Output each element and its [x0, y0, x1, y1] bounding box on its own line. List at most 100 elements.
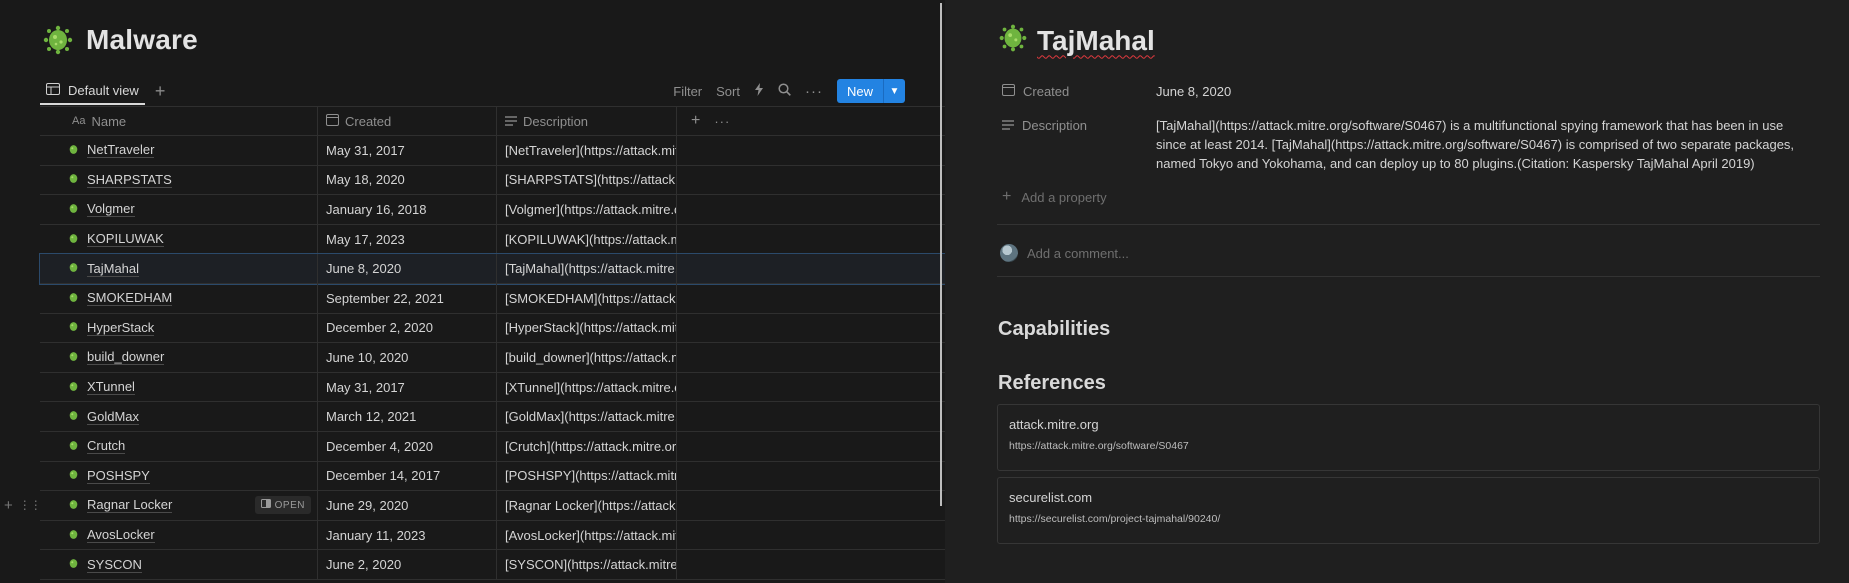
table-row[interactable]: Crutch December 4, 2020 [Crutch](https://a… [40, 431, 945, 462]
description-cell[interactable]: [HyperStack](https://attack.mitre [497, 313, 677, 343]
row-name[interactable]: Volgmer [87, 201, 135, 218]
row-name[interactable]: TajMahal [87, 261, 140, 277]
created-cell[interactable]: December 4, 2020 [318, 431, 497, 461]
chevron-down-icon[interactable]: ▼ [883, 79, 905, 103]
property-label[interactable]: Created [1002, 82, 1156, 100]
search-icon[interactable] [778, 83, 791, 99]
table-row[interactable]: GoldMax March 12, 2021 [GoldMax](https://a… [40, 402, 945, 432]
created-cell[interactable]: January 16, 2018 [318, 195, 497, 224]
more-options-icon[interactable]: ··· [714, 114, 730, 129]
created-cell[interactable]: December 2, 2020 [318, 313, 497, 343]
automation-bolt-icon[interactable] [754, 83, 764, 99]
description-cell[interactable]: [build_downer](https://attack.mitre [497, 343, 677, 372]
property-label[interactable]: Description [1002, 116, 1156, 134]
row-name[interactable]: POSHSPY [87, 468, 150, 484]
row-name[interactable]: HyperStack [87, 320, 155, 336]
name-cell[interactable]: AvosLocker [40, 520, 318, 550]
database-title[interactable]: Malware [86, 24, 198, 56]
column-header-created[interactable]: Created [318, 107, 497, 135]
bookmark-card[interactable]: attack.mitre.org https://attack.mitre.or… [997, 404, 1820, 471]
created-cell[interactable]: June 8, 2020 [318, 254, 497, 283]
name-cell[interactable]: SYSCON [40, 550, 318, 579]
row-name[interactable]: KOPILUWAK [87, 231, 164, 248]
description-cell[interactable]: [Crutch](https://attack.mitre.org [497, 431, 677, 461]
created-cell[interactable]: December 14, 2017 [318, 461, 497, 491]
virus-icon[interactable] [40, 22, 76, 58]
more-options-icon[interactable]: ··· [805, 83, 823, 100]
table-row[interactable]: POSHSPY December 14, 2017 [POSHSPY](https:… [40, 461, 945, 492]
comment-input[interactable]: Add a comment... [1000, 244, 1129, 262]
created-cell[interactable]: May 17, 2023 [318, 224, 497, 254]
table-row[interactable]: NetTraveler May 31, 2017 [NetTraveler](htt… [40, 136, 945, 166]
row-name[interactable]: GoldMax [87, 409, 140, 425]
add-column-icon[interactable]: + [691, 112, 700, 130]
table-row-selected[interactable]: TajMahal June 8, 2020 [TajMahal](https://a… [39, 253, 945, 285]
description-cell[interactable]: [POSHSPY](https://attack.mitre.org [497, 461, 677, 491]
name-cell[interactable]: GoldMax [40, 402, 318, 431]
name-cell[interactable]: POSHSPY [40, 461, 318, 491]
description-cell[interactable]: [XTunnel](https://attack.mitre.org [497, 372, 677, 402]
name-cell[interactable]: Crutch [40, 431, 318, 461]
add-property-button[interactable]: + Add a property [1002, 188, 1107, 206]
created-cell[interactable]: September 22, 2021 [318, 283, 497, 313]
open-page-button[interactable]: OPEN [254, 496, 311, 515]
name-cell[interactable]: NetTraveler [40, 136, 318, 165]
row-name[interactable]: NetTraveler [87, 142, 155, 159]
name-cell[interactable]: build_downer [40, 343, 318, 372]
description-cell[interactable]: [TajMahal](https://attack.mitre.org [497, 254, 677, 283]
name-cell[interactable]: HyperStack [40, 313, 318, 343]
name-cell[interactable]: Ragnar Locker OPEN [40, 491, 318, 520]
new-button[interactable]: New [836, 79, 883, 103]
column-header-name[interactable]: Aa Name [40, 107, 318, 135]
table-row[interactable]: SHARPSTATS May 18, 2020 [SHARPSTATS](https… [40, 165, 945, 196]
add-row-icon[interactable]: + [4, 497, 13, 514]
description-cell[interactable]: [Volgmer](https://attack.mitre.org [497, 195, 677, 224]
created-cell[interactable]: June 2, 2020 [318, 550, 497, 579]
column-header-description[interactable]: Description [497, 107, 677, 135]
created-cell[interactable]: May 18, 2020 [318, 165, 497, 195]
description-cell[interactable]: [GoldMax](https://attack.mitre.org [497, 402, 677, 431]
description-cell[interactable]: [Ragnar Locker](https://attack.mitre [497, 491, 677, 520]
description-cell[interactable]: [SHARPSTATS](https://attack.mitre [497, 165, 677, 195]
description-cell[interactable]: [AvosLocker](https://attack.mitre [497, 520, 677, 550]
name-cell[interactable]: Volgmer [40, 195, 318, 224]
peek-resize-handle[interactable] [940, 3, 942, 506]
row-name[interactable]: Crutch [87, 438, 126, 455]
created-cell[interactable]: May 31, 2017 [318, 136, 497, 165]
created-cell[interactable]: June 10, 2020 [318, 343, 497, 372]
filter-button[interactable]: Filter [673, 84, 702, 99]
property-value-created[interactable]: June 8, 2020 [1156, 82, 1816, 101]
created-cell[interactable]: June 29, 2020 [318, 491, 497, 520]
description-cell[interactable]: [SMOKEDHAM](https://attack.mitre [497, 283, 677, 313]
description-cell[interactable]: [KOPILUWAK](https://attack.mitre [497, 224, 677, 254]
row-name[interactable]: SHARPSTATS [87, 172, 172, 188]
created-cell[interactable]: May 31, 2017 [318, 372, 497, 402]
add-view-icon[interactable]: + [155, 82, 166, 100]
table-row[interactable]: SYSCON June 2, 2020 [SYSCON](https://attac… [40, 550, 945, 580]
tab-default-view[interactable]: Default view [40, 77, 145, 105]
table-row-hovered[interactable]: + ⋮⋮ Ragnar Locker OPEN June 29, 2020 [Ra… [4, 491, 945, 521]
name-cell[interactable]: XTunnel [40, 372, 318, 402]
row-name[interactable]: SMOKEDHAM [87, 290, 173, 307]
row-name[interactable]: XTunnel [87, 379, 135, 396]
sort-button[interactable]: Sort [716, 84, 740, 99]
table-row[interactable]: build_downer June 10, 2020 [build_downer](… [40, 343, 945, 373]
page-title[interactable]: TajMahal [1037, 25, 1155, 57]
name-cell[interactable]: KOPILUWAK [40, 224, 318, 254]
drag-handle-icon[interactable]: ⋮⋮ [19, 498, 42, 512]
table-row[interactable]: HyperStack December 2, 2020 [HyperStack](h… [40, 313, 945, 344]
bookmark-card[interactable]: securelist.com https://securelist.com/pr… [997, 477, 1820, 544]
virus-icon[interactable] [997, 22, 1029, 59]
row-name[interactable]: Ragnar Locker [87, 497, 173, 514]
table-row[interactable]: Volgmer January 16, 2018 [Volgmer](https:/… [40, 195, 945, 225]
table-row[interactable]: KOPILUWAK May 17, 2023 [KOPILUWAK](https:/… [40, 224, 945, 255]
row-name[interactable]: SYSCON [87, 557, 142, 573]
property-value-description[interactable]: [TajMahal](https://attack.mitre.org/soft… [1156, 116, 1816, 173]
description-cell[interactable]: [NetTraveler](https://attack.mitre [497, 136, 677, 165]
row-name[interactable]: build_downer [87, 349, 165, 366]
name-cell[interactable]: SMOKEDHAM [40, 283, 318, 313]
name-cell[interactable]: SHARPSTATS [40, 165, 318, 195]
name-cell[interactable]: TajMahal [40, 254, 318, 283]
table-row[interactable]: SMOKEDHAM September 22, 2021 [SMOKEDHAM](h… [40, 283, 945, 314]
table-row[interactable]: AvosLocker January 11, 2023 [AvosLocker](h… [40, 520, 945, 551]
